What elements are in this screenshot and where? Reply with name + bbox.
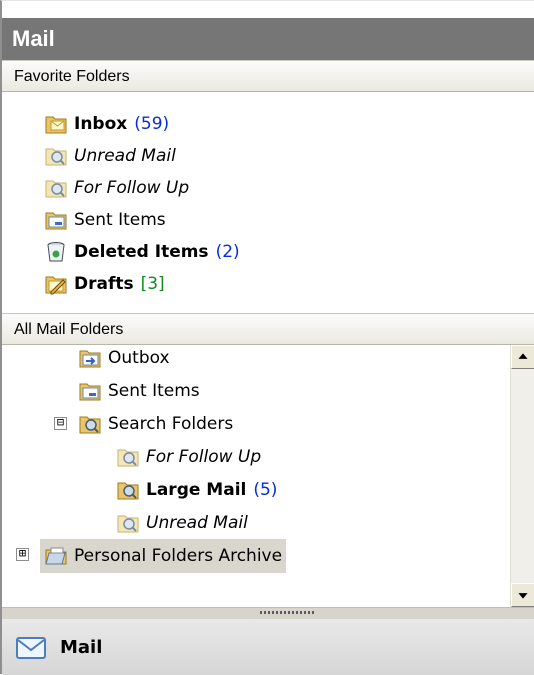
folder-label: Personal Folders Archive [74, 546, 283, 566]
folder-label: Deleted Items [74, 242, 209, 262]
up-arrow-icon [518, 353, 528, 359]
folder-label: Outbox [108, 348, 170, 368]
folder-label: Drafts [74, 274, 134, 294]
folder-label: Sent Items [74, 210, 166, 230]
favorite-folders-header: Favorite Folders [2, 60, 534, 92]
tree-folder-search-folders[interactable]: Search Folders [78, 408, 233, 440]
favorite-folder-sent-items[interactable]: Sent Items [44, 204, 166, 236]
sent-items-icon [44, 208, 68, 232]
tree-scrollbar[interactable] [510, 345, 534, 607]
unread-count: (2) [215, 242, 240, 262]
favorite-folder-drafts[interactable]: Drafts [3] [44, 268, 165, 300]
outbox-icon [78, 346, 102, 370]
pane-header: Mail [2, 18, 534, 60]
personal-folders-icon [44, 544, 68, 568]
search-folders-icon [78, 412, 102, 436]
down-arrow-icon [518, 593, 528, 599]
folder-label: For Follow Up [74, 178, 190, 198]
search-folder-icon [116, 445, 140, 469]
folder-label: Search Folders [108, 414, 234, 434]
drafts-icon [44, 272, 68, 296]
mail-icon [14, 630, 48, 664]
scroll-up-button[interactable] [511, 345, 534, 369]
folder-label: Sent Items [108, 381, 200, 401]
mail-nav-label: Mail [60, 636, 103, 658]
inbox-folder-icon [44, 112, 68, 136]
tree-folder-for-follow-up[interactable]: For Follow Up [116, 441, 261, 473]
expand-toggle[interactable]: ⊞ [16, 547, 29, 561]
unread-count: (5) [253, 480, 278, 500]
folder-label: Large Mail [146, 480, 247, 500]
tree-folder-personal-folders-archive[interactable]: Personal Folders Archive [40, 539, 287, 573]
tree-folder-unread-mail[interactable]: Unread Mail [116, 507, 248, 539]
favorite-folder-inbox[interactable]: Inbox (59) [44, 108, 169, 140]
mail-nav-button[interactable]: Mail [2, 619, 534, 675]
folder-label: Unread Mail [74, 146, 176, 166]
splitter-grip-icon [260, 611, 316, 614]
folder-label: Inbox [74, 114, 128, 134]
folder-tree[interactable]: Outbox Sent Items ⊟ Search Folders For F… [2, 345, 510, 607]
search-folder-icon [44, 144, 68, 168]
deleted-items-icon [44, 240, 68, 264]
folder-label: For Follow Up [146, 447, 262, 467]
tree-folder-outbox[interactable]: Outbox [78, 345, 170, 374]
search-folder-icon [44, 176, 68, 200]
search-folder-icon [116, 511, 140, 535]
scroll-down-button[interactable] [511, 583, 534, 607]
favorite-folder-deleted-items[interactable]: Deleted Items (2) [44, 236, 240, 268]
unread-count: (59) [134, 114, 170, 134]
favorite-folder-for-follow-up[interactable]: For Follow Up [44, 172, 189, 204]
favorite-folder-unread-mail[interactable]: Unread Mail [44, 140, 176, 172]
tree-folder-sent-items[interactable]: Sent Items [78, 375, 200, 407]
search-folder-icon [116, 478, 140, 502]
folder-label: Unread Mail [146, 513, 248, 533]
sent-items-icon [78, 379, 102, 403]
item-count: [3] [140, 274, 165, 294]
tree-folder-large-mail[interactable]: Large Mail (5) [116, 474, 277, 506]
all-mail-folders-header: All Mail Folders [2, 313, 534, 345]
collapse-toggle[interactable]: ⊟ [54, 416, 67, 430]
